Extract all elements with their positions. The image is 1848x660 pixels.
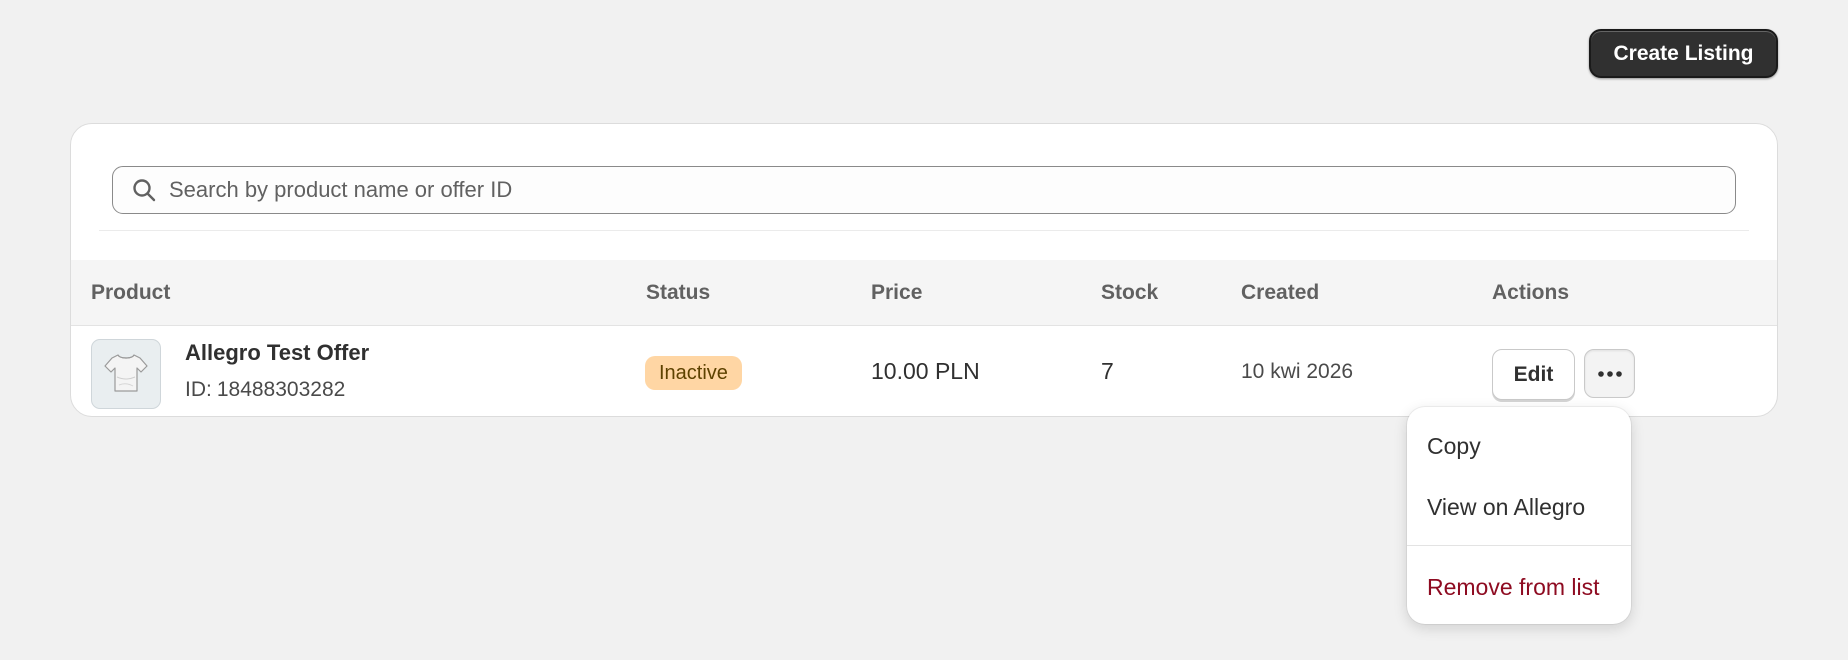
column-header-actions: Actions [1492,281,1570,304]
stock-cell: 7 [1101,358,1114,384]
column-header-stock: Stock [1101,281,1159,304]
product-thumbnail [91,339,161,409]
offer-id: ID: 18488303282 [185,378,345,402]
search-box[interactable] [112,166,1736,214]
more-actions-button[interactable] [1584,349,1635,398]
create-listing-button[interactable]: Create Listing [1589,29,1778,78]
column-header-product: Product [91,281,171,304]
search-input[interactable] [169,167,1735,213]
column-header-status: Status [646,281,711,304]
product-name[interactable]: Allegro Test Offer [185,340,369,366]
status-badge: Inactive [645,356,742,390]
tshirt-icon [101,347,151,402]
column-header-price: Price [871,281,923,304]
table-row[interactable]: Allegro Test Offer ID: 18488303282 Inacti… [71,326,1777,417]
created-cell: 10 kwi 2026 [1241,360,1354,383]
search-icon [131,177,157,203]
menu-item-remove-from-list[interactable]: Remove from list [1427,574,1600,601]
menu-item-copy[interactable]: Copy [1427,433,1481,460]
offer-id-label: ID: [185,378,212,401]
divider [99,230,1749,231]
column-header-created: Created [1241,281,1320,304]
ellipsis-icon [1597,366,1623,381]
listings-card: Product Status Price Stock Created Actio… [70,123,1778,417]
menu-divider [1407,545,1631,546]
price-cell: 10.00 PLN [871,358,980,384]
offer-id-value: 18488303282 [216,378,346,401]
menu-item-view-on-allegro[interactable]: View on Allegro [1427,494,1585,521]
actions-menu: Copy View on Allegro Remove from list [1407,407,1631,624]
table-header: Product Status Price Stock Created Actio… [71,260,1777,326]
edit-button[interactable]: Edit [1492,349,1575,400]
